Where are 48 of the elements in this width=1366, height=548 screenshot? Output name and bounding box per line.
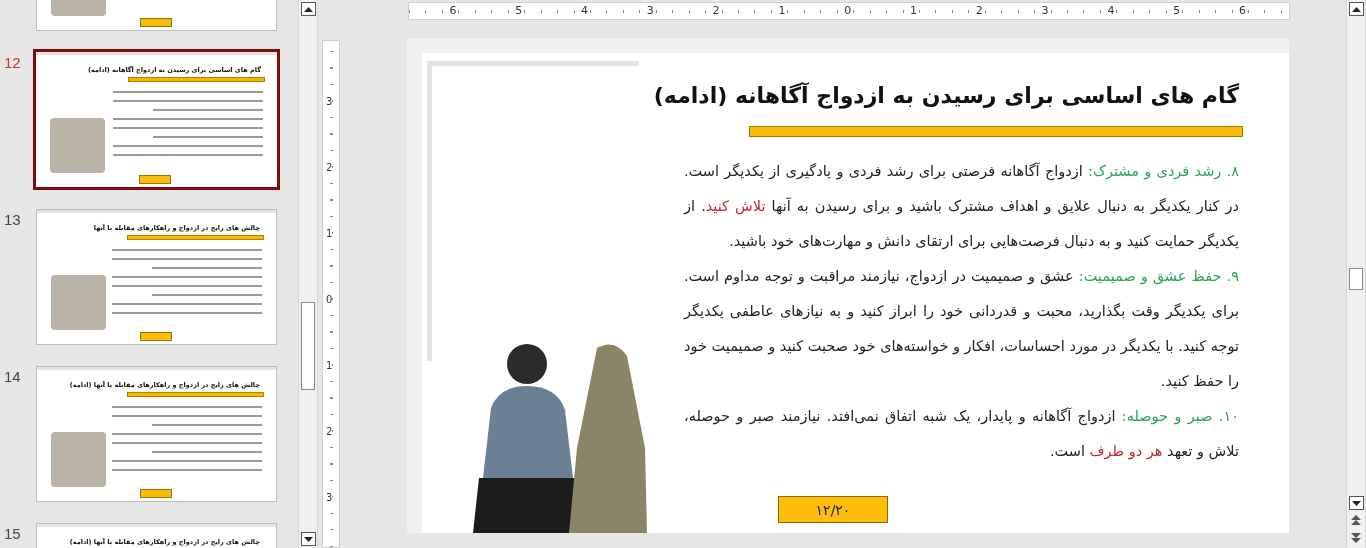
ruler-number: 3 [326,96,333,107]
slide-number: 12 [3,53,22,71]
ruler-number: 5 [1172,4,1182,17]
ruler-number: 1 [326,360,333,371]
slide-number: 14 [3,367,22,385]
paragraph: ۱۰. صبر و حوصله: ازدواج آگاهانه و پایدار، یک شبه اتفاق نمی‌افتد. نیازمند صبر و حوصله، تلاش و تعهد هر دو طرف است. [684,406,1239,462]
scroll-up-button[interactable] [300,2,316,16]
next-slide-icon[interactable] [1350,532,1362,544]
up-arrow-icon [303,6,313,12]
page-number-box [140,489,172,498]
scroll-up-button[interactable] [1348,2,1364,16]
ruler-number: 3 [645,4,655,17]
ruler-number: 1 [326,228,333,239]
ruler-number: 2 [711,4,721,17]
up-arrow-icon [1351,6,1361,12]
slide-number: 13 [3,210,22,228]
scrollbar-thumb[interactable] [1349,268,1363,290]
ruler-number: 3 [1040,4,1050,17]
ruler-number: 1 [909,4,918,17]
ruler-number: 0 [843,4,853,17]
ruler-number: 1 [777,4,787,17]
page-number: ۱۲/۲۰ [778,496,888,523]
ruler-number: 2 [326,426,333,437]
ruler-number: 6 [1238,4,1247,17]
ruler-number: 6 [448,4,458,17]
slide-number: 15 [3,524,22,542]
previous-slide-icon[interactable] [1350,514,1362,526]
illustration-placeholder [51,432,106,487]
ruler-number: 3 [326,492,333,503]
paragraph: ۹. حفظ عشق و صمیمیت: عشق و صمیمیت در ازدواج، نیازمند مراقبت و توجه مداوم است. برای یکدیگر وقت بگذارید، محبت و قدردانی خود را ابراز کنید و به نیازهای عاطفی یکدیگر توجه کنید. با یکدیگر در مورد احساسات، افکار و خواسته‌های خود صحبت کنید و صمیمیت خود را حفظ کنید. [684,267,1239,391]
scrollbar-thumb[interactable] [301,302,315,390]
ruler-number: 4 [1106,4,1116,17]
scroll-down-button[interactable] [300,532,316,546]
slide-title: گام های اساسی برای رسیدن به ازدواج آگاهانه (ادامه) [653,83,1239,108]
scroll-down-button[interactable] [1348,496,1364,510]
page-number-box [140,18,172,27]
down-arrow-icon [1351,500,1361,506]
illustration-placeholder [50,118,105,173]
ruler-number: 0 [326,294,333,305]
down-arrow-icon [303,536,313,542]
ruler-number: 2 [974,4,984,17]
page-number-box [140,332,172,341]
paragraph: ۸. رشد فردی و مشترک: ازدواج آگاهانه فرصتی برای رشد فردی و یادگیری از یکدیگر است. در کنار یکدیگر به دنبال علایق و اهداف مشترک باشید و برای رسیدن به آنها تلاش کنید. از یکدیگر حمایت کنید و به دنبال فرصت‌هایی برای ارتقای دانش و مهارت‌های خود باشید. [684,161,1239,252]
ruler-number: 4 [580,4,589,17]
page-number-box [139,175,171,184]
ruler-number: 5 [514,4,524,17]
ruler-number: 2 [326,162,333,173]
illustration-placeholder [51,275,106,330]
